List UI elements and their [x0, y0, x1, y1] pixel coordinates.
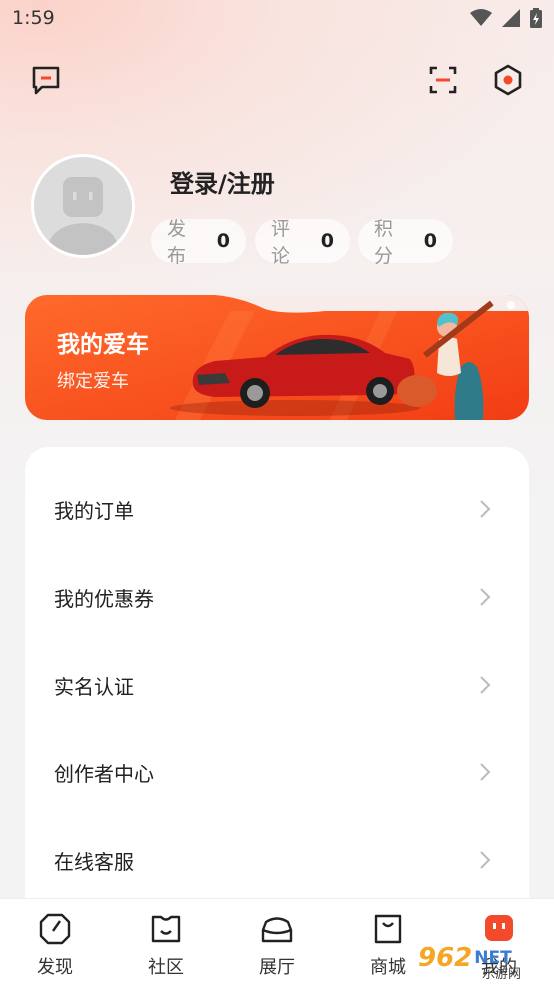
bind-car-link[interactable]: 绑定爱车 [57, 367, 129, 393]
stat-value: 0 [320, 230, 334, 252]
nav-tab-community[interactable]: 社区 [111, 899, 221, 985]
watermark-sub: 乐游网 [482, 967, 522, 982]
menu-item-creator-center[interactable]: 创作者中心 [25, 728, 529, 816]
chevron-right-icon [480, 763, 491, 781]
status-icons [470, 8, 542, 28]
stat-points[interactable]: 积分 0 [358, 218, 453, 267]
menu-item-customer-service[interactable]: 在线客服 [25, 816, 529, 904]
menu-item-label: 我的订单 [54, 498, 134, 523]
nav-label: 社区 [148, 957, 184, 978]
showroom-icon [259, 911, 295, 947]
chevron-right-icon [480, 851, 491, 869]
mall-icon [370, 911, 406, 947]
nav-label: 商城 [370, 957, 406, 978]
menu-card: 我的订单 我的优惠券 实名认证 创作者中心 在线客服 [25, 447, 529, 907]
stat-comments[interactable]: 评论 0 [255, 218, 350, 267]
menu-item-label: 实名认证 [54, 674, 134, 699]
menu-item-orders[interactable]: 我的订单 [25, 465, 529, 553]
status-bar: 1:59 [0, 0, 554, 36]
stat-value: 0 [216, 230, 230, 252]
chevron-right-icon [480, 500, 491, 518]
login-register-link[interactable]: 登录/注册 [170, 164, 275, 199]
stat-posts[interactable]: 发布 0 [151, 218, 246, 267]
watermark: 962 NET 乐游网 [418, 935, 552, 982]
scan-icon[interactable] [425, 62, 461, 98]
nav-tab-showroom[interactable]: 展厅 [222, 899, 332, 985]
message-icon[interactable] [28, 62, 64, 98]
stat-label: 积分 [374, 218, 394, 267]
stat-label: 发布 [167, 218, 187, 267]
menu-item-label: 创作者中心 [54, 761, 154, 786]
menu-item-label: 我的优惠券 [54, 586, 154, 611]
community-icon [148, 911, 184, 947]
menu-item-coupons[interactable]: 我的优惠券 [25, 553, 529, 641]
chevron-right-icon [480, 676, 491, 694]
chevron-right-icon [480, 588, 491, 606]
watermark-number: 962 [418, 943, 473, 973]
settings-icon[interactable] [490, 62, 526, 98]
car-banner-title: 我的爱车 [57, 332, 149, 358]
menu-item-label: 在线客服 [54, 849, 134, 874]
menu-item-verification[interactable]: 实名认证 [25, 641, 529, 729]
battery-icon [530, 8, 542, 28]
signal-icon [502, 9, 520, 27]
stat-label: 评论 [271, 218, 291, 267]
stat-value: 0 [423, 230, 437, 252]
nav-label: 发现 [37, 957, 73, 978]
nav-tab-discover[interactable]: 发现 [0, 899, 110, 985]
my-car-banner[interactable]: 我的爱车 绑定爱车 [25, 295, 529, 420]
avatar[interactable] [31, 154, 135, 258]
avatar-placeholder-icon [46, 177, 120, 255]
wifi-icon [470, 9, 492, 26]
discover-icon [37, 911, 73, 947]
nav-label: 展厅 [259, 957, 295, 978]
status-time: 1:59 [12, 7, 55, 29]
